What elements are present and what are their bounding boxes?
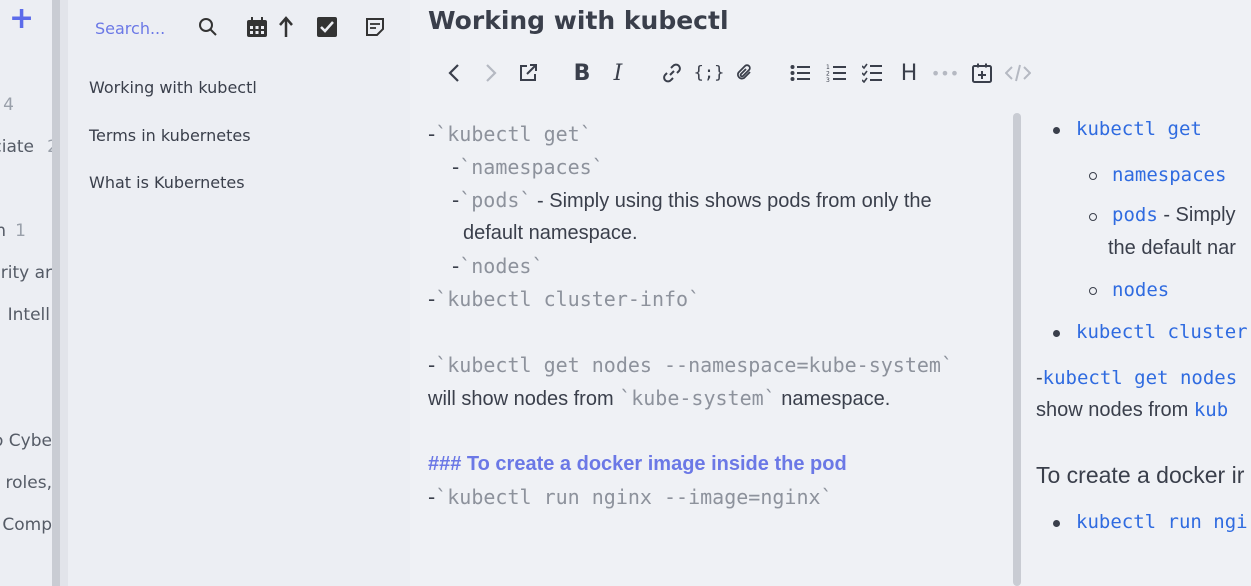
preview-item: kubectl cluster [1076, 321, 1248, 343]
bold-icon[interactable]: B [568, 57, 596, 89]
list-bullet [1089, 172, 1097, 180]
code-icon[interactable]: {;} [694, 57, 725, 89]
notebook-label: n [0, 221, 6, 241]
back-icon[interactable] [440, 57, 468, 89]
notebook-item[interactable]: y roles, [0, 473, 52, 497]
notebook-label: y roles, [0, 473, 52, 493]
md-line: -`pods` - Simply using this shows pods f… [452, 188, 932, 212]
list-bullet [1053, 127, 1060, 134]
markdown-preview: kubectl get namespaces pods - Simply the… [1036, 113, 1251, 586]
checklist-icon[interactable] [858, 57, 886, 89]
notebook-item[interactable]: o Cybe [0, 431, 52, 455]
notebook-sidebar: + 4 ciate 2 n 1 urity ar Intell o Cybe y… [0, 0, 52, 586]
forward-icon[interactable] [477, 57, 505, 89]
notebook-item[interactable]: ciate 2 [0, 137, 52, 161]
svg-text:3: 3 [826, 77, 830, 83]
md-line: -`kubectl get nodes --namespace=kube-sys… [428, 353, 953, 377]
note-list-gutter [60, 0, 68, 586]
notebook-count: 4 [3, 95, 14, 115]
insert-date-icon[interactable] [968, 57, 996, 89]
notebook-label: o Cybe [0, 431, 52, 451]
note-list-item[interactable]: Terms in kubernetes [89, 126, 251, 145]
notebook-item[interactable]: urity ar [0, 263, 52, 287]
preview-item: kubectl get [1076, 118, 1202, 140]
note-title[interactable]: Working with kubectl [428, 6, 729, 35]
preview-item: pods - Simply [1112, 204, 1236, 226]
notebook-item[interactable]: n 1 [0, 221, 52, 245]
preview-item: namespaces [1112, 164, 1227, 186]
list-bullet [1053, 520, 1060, 527]
preview-paragraph: show nodes from kub [1036, 399, 1229, 421]
list-bullet [1053, 330, 1060, 337]
notebook-label: Intell [7, 305, 50, 325]
list-bullet [1089, 213, 1097, 221]
md-line: -`kubectl get` [428, 122, 592, 146]
notebook-label: Comp [2, 515, 52, 535]
notebook-item[interactable]: Intell [0, 305, 52, 329]
search-icon[interactable] [195, 14, 221, 40]
md-line: default namespace. [463, 222, 638, 244]
notebook-item[interactable]: Comp [0, 515, 52, 539]
notebook-count: 1 [15, 221, 26, 241]
link-icon[interactable] [658, 57, 686, 89]
numbered-list-icon[interactable]: 123 [822, 57, 850, 89]
note-list-item[interactable]: Working with kubectl [89, 78, 257, 97]
sidebar-resize-handle[interactable] [52, 0, 60, 586]
md-line: -`nodes` [452, 254, 544, 278]
preview-item: nodes [1112, 279, 1170, 301]
arrow-up-icon[interactable] [273, 14, 299, 40]
italic-icon[interactable]: I [604, 57, 632, 89]
md-line: will show nodes from `kube-system` names… [428, 386, 891, 410]
preview-text: the default nar [1108, 237, 1236, 259]
md-line: -`kubectl cluster-info` [428, 287, 701, 311]
editor-scrollbar[interactable] [1013, 113, 1021, 586]
calendar-sort-icon[interactable] [244, 14, 270, 40]
more-icon[interactable]: ••• [931, 57, 959, 89]
preview-paragraph: -kubectl get nodes [1036, 367, 1238, 389]
preview-heading: To create a docker ir [1036, 462, 1245, 488]
md-line: -`kubectl run nginx --image=nginx` [428, 485, 833, 509]
list-bullet [1089, 287, 1097, 295]
checkbox-icon[interactable] [314, 14, 340, 40]
notebook-label: urity ar [0, 263, 52, 283]
attachment-icon[interactable] [731, 57, 759, 89]
preview-item: kubectl run ngi [1076, 511, 1248, 533]
bullet-list-icon[interactable] [786, 57, 814, 89]
notebook-label: ciate [0, 137, 34, 157]
editor: Working with kubectl B I {;} 123 H ••• -… [410, 0, 1251, 586]
external-open-icon[interactable] [514, 57, 542, 89]
md-heading-line: ### To create a docker image inside the … [428, 453, 847, 475]
heading-icon[interactable]: H [895, 57, 923, 89]
search-input[interactable]: Search... [95, 19, 165, 38]
add-notebook-button[interactable]: + [9, 4, 34, 34]
note-list-panel: Search... Working with kubectl Terms in … [68, 0, 410, 586]
note-icon[interactable] [362, 14, 388, 40]
notebook-item[interactable]: 4 [0, 95, 52, 119]
md-line: -`namespaces` [452, 155, 604, 179]
note-list-item[interactable]: What is Kubernetes [89, 173, 245, 192]
toggle-editor-icon[interactable] [1004, 57, 1032, 89]
